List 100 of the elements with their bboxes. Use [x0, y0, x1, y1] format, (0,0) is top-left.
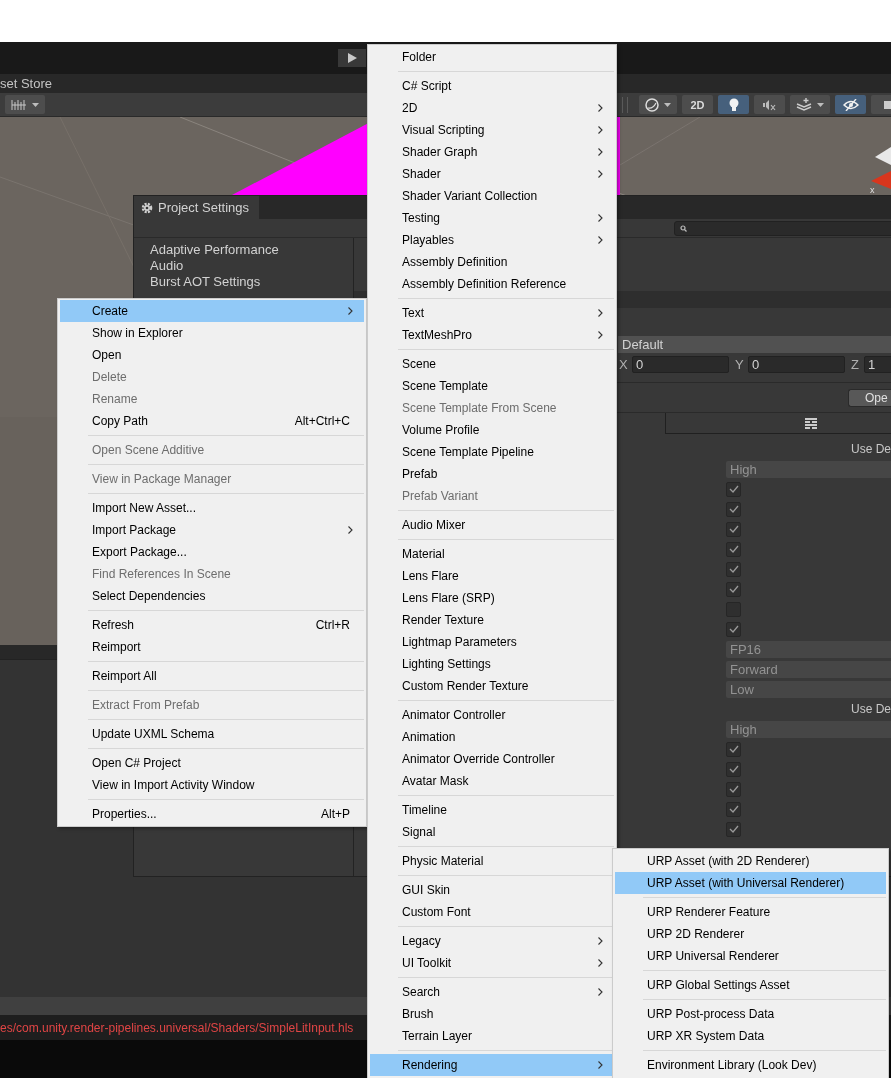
- menu-item[interactable]: URP Post-process Data: [615, 1003, 886, 1025]
- checkbox[interactable]: [726, 821, 741, 837]
- menu-item[interactable]: Open: [60, 344, 364, 366]
- menu-item[interactable]: Lighting Settings: [370, 653, 614, 675]
- checkbox[interactable]: [726, 541, 741, 557]
- field-label: Use De: [850, 442, 891, 456]
- checkbox[interactable]: [726, 481, 741, 497]
- window-tab[interactable]: Project Settings: [134, 196, 259, 219]
- play-button[interactable]: [338, 49, 366, 67]
- shading-mode-button[interactable]: [639, 95, 677, 114]
- menu-item[interactable]: View in Import Activity Window: [60, 774, 364, 796]
- menu-item[interactable]: Rendering: [370, 1054, 614, 1076]
- menu-item[interactable]: Environment Library (Look Dev): [615, 1054, 886, 1076]
- visibility-toggle-button[interactable]: [835, 95, 866, 114]
- menu-item[interactable]: Custom Render Texture: [370, 675, 614, 697]
- menu-item[interactable]: C# Script: [370, 75, 614, 97]
- console-message[interactable]: es/com.unity.render-pipelines.universal/Shaders/SimpleLitInput.hls: [0, 1020, 354, 1035]
- menu-item[interactable]: URP XR System Data: [615, 1025, 886, 1047]
- menu-item[interactable]: Timeline: [370, 799, 614, 821]
- menu-item[interactable]: URP Universal Renderer: [615, 945, 886, 967]
- 2d-toggle-button[interactable]: 2D: [682, 95, 713, 114]
- checkbox[interactable]: [726, 781, 741, 797]
- checkbox[interactable]: [726, 801, 741, 817]
- menu-item[interactable]: Shader: [370, 163, 614, 185]
- menu-item[interactable]: Import Package: [60, 519, 364, 541]
- menu-item[interactable]: Shader Variant Collection: [370, 185, 614, 207]
- menu-item[interactable]: Playables: [370, 229, 614, 251]
- shortcut-label: Alt+Ctrl+C: [294, 414, 350, 428]
- tab-label[interactable]: set Store: [0, 76, 53, 91]
- menu-item[interactable]: Refresh Ctrl+R: [60, 614, 364, 636]
- settings-category[interactable]: Adaptive Performance: [150, 242, 353, 258]
- checkbox[interactable]: [726, 521, 741, 537]
- menu-item[interactable]: URP Global Settings Asset: [615, 974, 886, 996]
- menu-item[interactable]: Assembly Definition Reference: [370, 273, 614, 295]
- menu-item[interactable]: Reimport All: [60, 665, 364, 687]
- menu-item[interactable]: Render Texture: [370, 609, 614, 631]
- menu-item[interactable]: Update UXML Schema: [60, 723, 364, 745]
- menu-item[interactable]: UI Toolkit: [370, 952, 614, 974]
- menu-item[interactable]: Brush: [370, 1003, 614, 1025]
- number-field[interactable]: 0: [632, 355, 729, 373]
- menu-item[interactable]: Testing: [370, 207, 614, 229]
- menu-item[interactable]: Animator Controller: [370, 704, 614, 726]
- gear-icon: [141, 201, 153, 214]
- menu-item[interactable]: Open C# Project: [60, 752, 364, 774]
- lighting-toggle-button[interactable]: [718, 95, 749, 114]
- menu-item[interactable]: Scene Template Pipeline: [370, 441, 614, 463]
- checkbox[interactable]: [726, 761, 741, 777]
- menu-item[interactable]: TextMeshPro: [370, 324, 614, 346]
- dropdown-field[interactable]: Default: [618, 336, 891, 353]
- checkbox[interactable]: [726, 581, 741, 597]
- menu-item[interactable]: Show in Explorer: [60, 322, 364, 344]
- menu-item[interactable]: Shader Graph: [370, 141, 614, 163]
- audio-toggle-button[interactable]: [754, 95, 785, 114]
- menu-item[interactable]: Folder: [370, 46, 614, 68]
- menu-item[interactable]: Copy Path Alt+Ctrl+C: [60, 410, 364, 432]
- menu-item[interactable]: 2D: [370, 97, 614, 119]
- number-field[interactable]: 1: [864, 355, 891, 373]
- menu-item[interactable]: Signal: [370, 821, 614, 843]
- menu-item[interactable]: URP Renderer Feature: [615, 901, 886, 923]
- menu-item[interactable]: URP Asset (with 2D Renderer): [615, 850, 886, 872]
- menu-item[interactable]: Legacy: [370, 930, 614, 952]
- menu-item[interactable]: URP 2D Renderer: [615, 923, 886, 945]
- menu-item[interactable]: Assembly Definition: [370, 251, 614, 273]
- menu-item[interactable]: Prefab: [370, 463, 614, 485]
- number-field[interactable]: 0: [748, 355, 845, 373]
- search-field[interactable]: [674, 220, 891, 236]
- menu-item[interactable]: Properties... Alt+P: [60, 803, 364, 825]
- menu-item[interactable]: Scene Template: [370, 375, 614, 397]
- menu-item[interactable]: Text: [370, 302, 614, 324]
- menu-item[interactable]: Visual Scripting: [370, 119, 614, 141]
- menu-item[interactable]: Lens Flare (SRP): [370, 587, 614, 609]
- checkbox[interactable]: [726, 741, 741, 757]
- menu-item[interactable]: URP Asset (with Universal Renderer): [615, 872, 886, 894]
- menu-item[interactable]: Lightmap Parameters: [370, 631, 614, 653]
- menu-item[interactable]: GUI Skin: [370, 879, 614, 901]
- checkbox[interactable]: [726, 621, 741, 637]
- menu-item[interactable]: Scene: [370, 353, 614, 375]
- grid-snap-button[interactable]: [5, 95, 45, 114]
- menu-item[interactable]: Animation: [370, 726, 614, 748]
- menu-item[interactable]: Export Package...: [60, 541, 364, 563]
- checkbox[interactable]: [726, 501, 741, 517]
- checkbox[interactable]: [726, 561, 741, 577]
- menu-item[interactable]: Material: [370, 543, 614, 565]
- menu-item[interactable]: Create: [60, 300, 364, 322]
- menu-item[interactable]: Select Dependencies: [60, 585, 364, 607]
- menu-item[interactable]: Custom Font: [370, 901, 614, 923]
- menu-item[interactable]: Physic Material: [370, 850, 614, 872]
- menu-item[interactable]: Search: [370, 981, 614, 1003]
- menu-item[interactable]: Lens Flare: [370, 565, 614, 587]
- open-button[interactable]: Ope: [848, 389, 891, 407]
- menu-item[interactable]: Avatar Mask: [370, 770, 614, 792]
- effects-button[interactable]: [790, 95, 830, 114]
- menu-item[interactable]: Animator Override Controller: [370, 748, 614, 770]
- menu-item[interactable]: Import New Asset...: [60, 497, 364, 519]
- menu-item[interactable]: Audio Mixer: [370, 514, 614, 536]
- menu-item[interactable]: Volume Profile: [370, 419, 614, 441]
- settings-category[interactable]: Burst AOT Settings: [150, 274, 353, 290]
- menu-item[interactable]: Reimport: [60, 636, 364, 658]
- settings-category[interactable]: Audio: [150, 258, 353, 274]
- menu-item[interactable]: Terrain Layer: [370, 1025, 614, 1047]
